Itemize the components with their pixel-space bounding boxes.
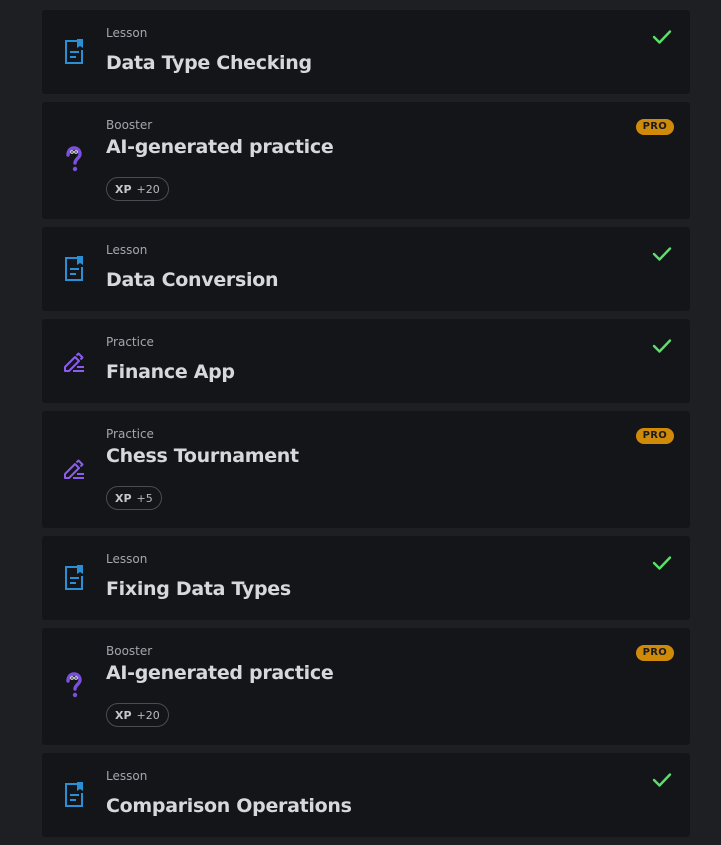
booster-card[interactable]: Booster AI-generated practice XP +20 PRO bbox=[42, 102, 690, 219]
practice-card[interactable]: Practice Chess Tournament XP +5 PRO bbox=[42, 411, 690, 528]
pro-badge: PRO bbox=[635, 645, 674, 661]
xp-value: +20 bbox=[136, 182, 160, 196]
item-title: Comparison Operations bbox=[106, 795, 352, 817]
item-title: Data Type Checking bbox=[106, 52, 312, 74]
lesson-card[interactable]: Lesson Data Type Checking bbox=[42, 10, 690, 94]
xp-label: XP bbox=[115, 491, 132, 505]
lesson-list: Lesson Data Type Checking Booster AI-gen… bbox=[42, 10, 690, 845]
booster-card[interactable]: Booster AI-generated practice XP +20 PRO bbox=[42, 628, 690, 745]
lesson-document-icon bbox=[65, 39, 83, 64]
item-title: AI-generated practice bbox=[106, 662, 334, 684]
xp-badge: XP +20 bbox=[106, 177, 169, 201]
question-mark-icon bbox=[66, 146, 82, 172]
question-mark-icon bbox=[66, 672, 82, 698]
xp-label: XP bbox=[115, 708, 132, 722]
pro-badge: PRO bbox=[635, 119, 674, 135]
lesson-card[interactable]: Lesson Comparison Operations bbox=[42, 753, 690, 837]
check-icon bbox=[652, 773, 672, 787]
item-title: AI-generated practice bbox=[106, 136, 334, 158]
check-icon bbox=[652, 30, 672, 44]
check-icon bbox=[652, 247, 672, 261]
item-kind: Booster bbox=[106, 118, 153, 132]
item-kind: Practice bbox=[106, 427, 154, 441]
pencil-icon bbox=[64, 352, 84, 372]
item-kind: Lesson bbox=[106, 552, 148, 566]
check-icon bbox=[652, 339, 672, 353]
item-title: Finance App bbox=[106, 361, 235, 383]
lesson-document-icon bbox=[65, 565, 83, 590]
pencil-icon bbox=[64, 459, 84, 479]
xp-value: +5 bbox=[136, 491, 153, 505]
lesson-document-icon bbox=[65, 256, 83, 281]
practice-card[interactable]: Practice Finance App bbox=[42, 319, 690, 403]
check-icon bbox=[652, 556, 672, 570]
item-kind: Lesson bbox=[106, 243, 148, 257]
lesson-card[interactable]: Lesson Data Conversion bbox=[42, 227, 690, 311]
item-title: Data Conversion bbox=[106, 269, 279, 291]
pro-badge: PRO bbox=[635, 428, 674, 444]
xp-value: +20 bbox=[136, 708, 160, 722]
item-kind: Lesson bbox=[106, 769, 148, 783]
lesson-document-icon bbox=[65, 782, 83, 807]
xp-badge: XP +20 bbox=[106, 703, 169, 727]
lesson-card[interactable]: Lesson Fixing Data Types bbox=[42, 536, 690, 620]
item-title: Fixing Data Types bbox=[106, 578, 291, 600]
item-kind: Practice bbox=[106, 335, 154, 349]
item-title: Chess Tournament bbox=[106, 445, 299, 467]
xp-badge: XP +5 bbox=[106, 486, 162, 510]
item-kind: Booster bbox=[106, 644, 153, 658]
xp-label: XP bbox=[115, 182, 132, 196]
item-kind: Lesson bbox=[106, 26, 148, 40]
